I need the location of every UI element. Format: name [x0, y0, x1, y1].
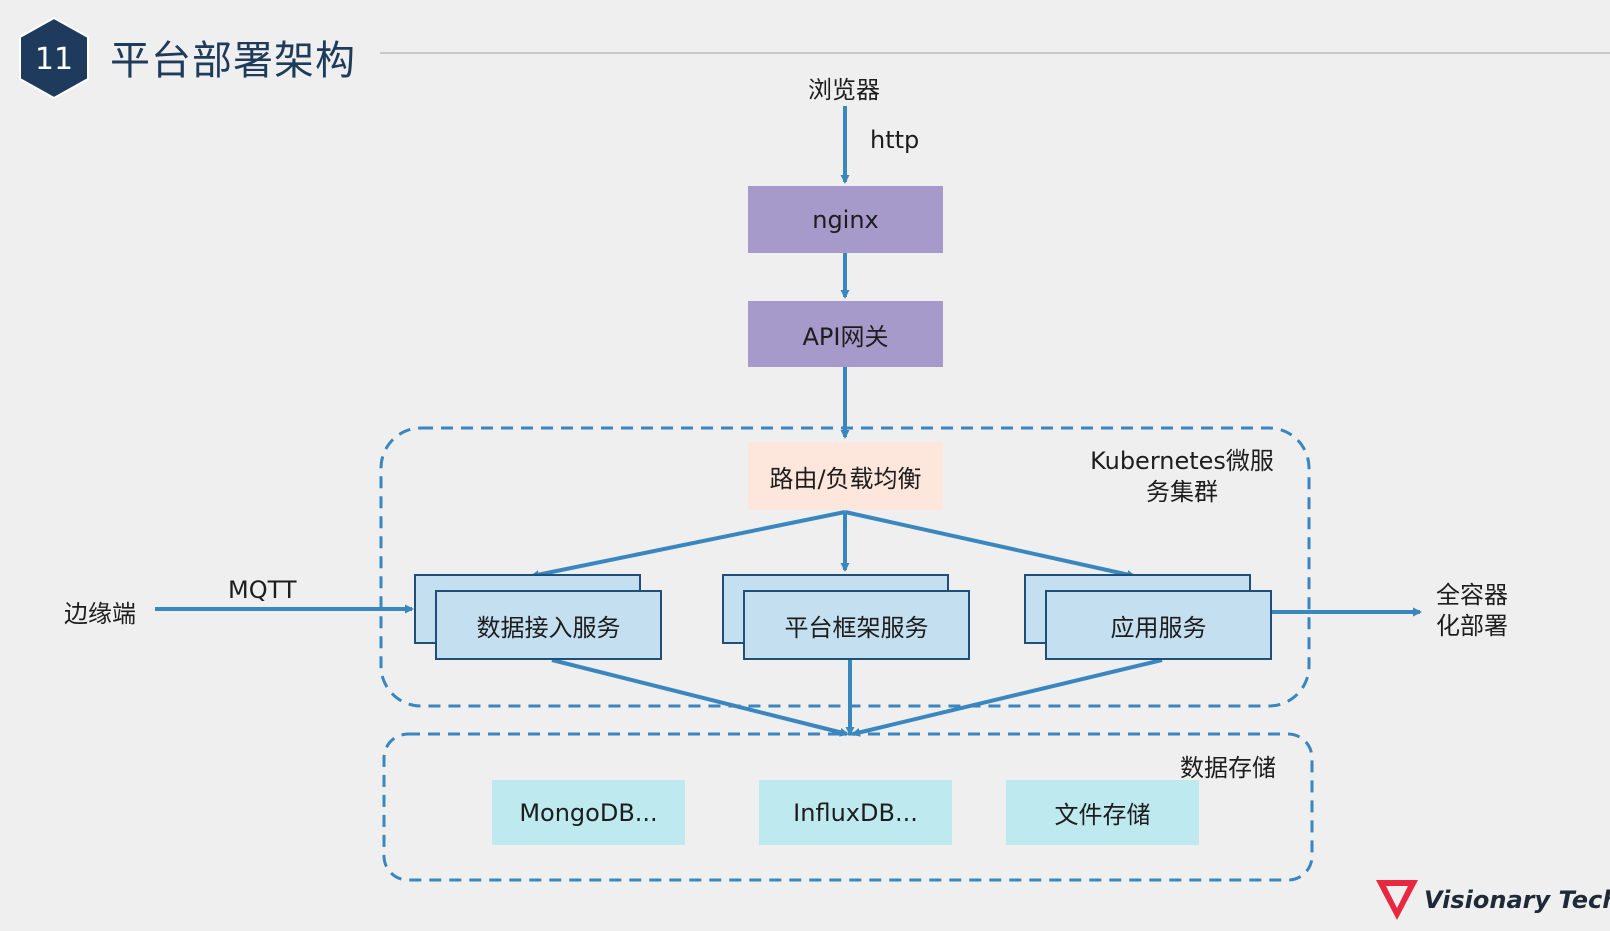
arrow-ingest-storage — [551, 658, 849, 737]
ingest-service-box: 数据接入服务 — [435, 590, 662, 660]
app-service-box: 应用服务 — [1045, 590, 1272, 660]
storage-label: 数据存储 — [1180, 754, 1276, 782]
arrow-app-storage — [851, 658, 1163, 737]
mongodb-box: MongoDB... — [492, 780, 685, 845]
mqtt-label: MQTT — [228, 576, 297, 604]
http-label: http — [870, 126, 920, 154]
edge-label: 边缘端 — [64, 600, 136, 628]
api-gateway-box: API网关 — [748, 301, 943, 367]
arrow-router-ingest — [530, 510, 846, 580]
brand-logo-icon — [1376, 880, 1418, 920]
file-storage-box: 文件存储 — [1006, 780, 1199, 845]
container-deploy-label: 全容器 化部署 — [1436, 581, 1508, 640]
arrow-router-app — [844, 510, 1136, 579]
k8s-cluster-label: Kubernetes微服 务集群 — [1090, 447, 1274, 506]
browser-label: 浏览器 — [808, 76, 880, 104]
brand-name: Visionary Tech — [1424, 886, 1610, 914]
nginx-box: nginx — [748, 186, 943, 253]
framework-service-box: 平台框架服务 — [743, 590, 970, 660]
router-lb-box: 路由/负载均衡 — [748, 442, 943, 510]
influxdb-box: InfluxDB... — [759, 780, 952, 845]
